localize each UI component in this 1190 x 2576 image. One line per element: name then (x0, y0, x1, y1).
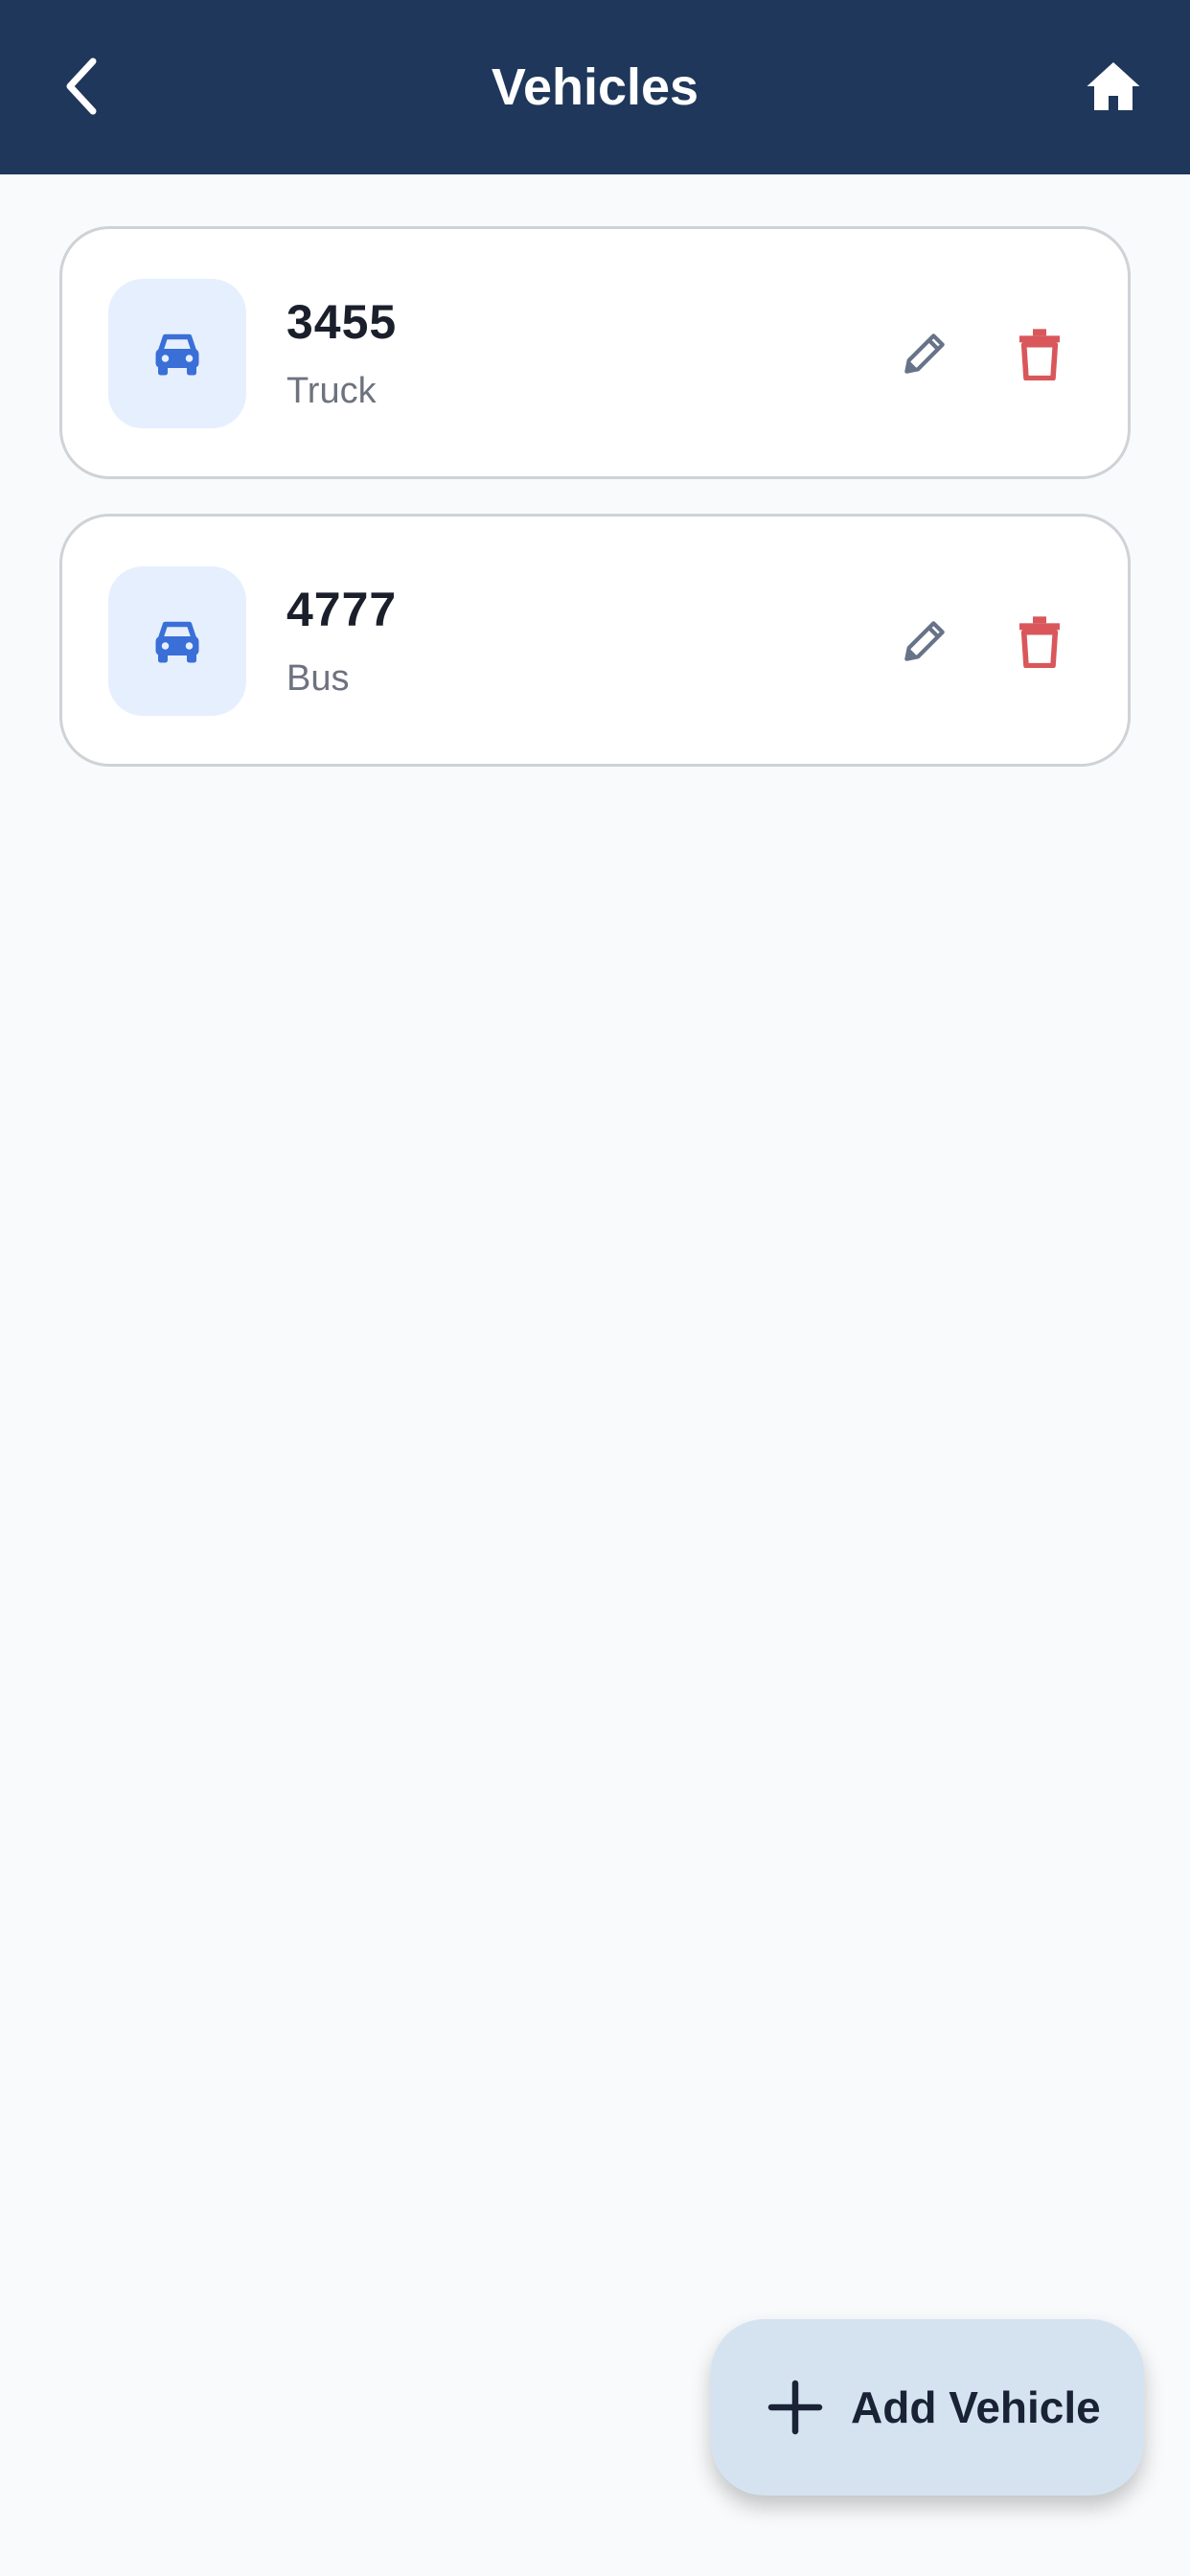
car-icon (155, 621, 199, 663)
vehicle-type: Bus (286, 658, 350, 699)
add-vehicle-label: Add Vehicle (851, 2382, 1101, 2432)
edit-vehicle-button[interactable] (886, 603, 963, 679)
pencil-icon (904, 334, 945, 374)
app-bar: Vehicles (0, 0, 1190, 174)
car-icon (155, 334, 199, 376)
vehicle-thumbnail (108, 566, 246, 716)
vehicle-thumbnail (108, 279, 246, 428)
edit-vehicle-button[interactable] (886, 315, 963, 392)
vehicle-card[interactable]: 3455 Truck (59, 226, 1131, 479)
delete-vehicle-button[interactable] (1001, 315, 1078, 392)
chevron-left-icon (66, 58, 97, 115)
home-button[interactable] (1075, 48, 1152, 125)
pencil-icon (904, 621, 945, 661)
plus-icon (767, 2380, 823, 2435)
trash-icon (1019, 616, 1060, 668)
vehicle-card[interactable]: 4777 Bus (59, 514, 1131, 767)
vehicle-list: 3455 Truck 4777 Bus (59, 226, 1131, 801)
back-button[interactable] (48, 48, 115, 125)
delete-vehicle-button[interactable] (1001, 603, 1078, 679)
vehicle-number: 3455 (286, 295, 398, 349)
trash-icon (1019, 329, 1060, 380)
vehicle-number: 4777 (286, 583, 398, 636)
add-vehicle-button[interactable]: Add Vehicle (711, 2319, 1144, 2496)
page-title: Vehicles (491, 58, 699, 116)
home-icon (1087, 62, 1140, 110)
vehicle-type: Truck (286, 371, 377, 411)
